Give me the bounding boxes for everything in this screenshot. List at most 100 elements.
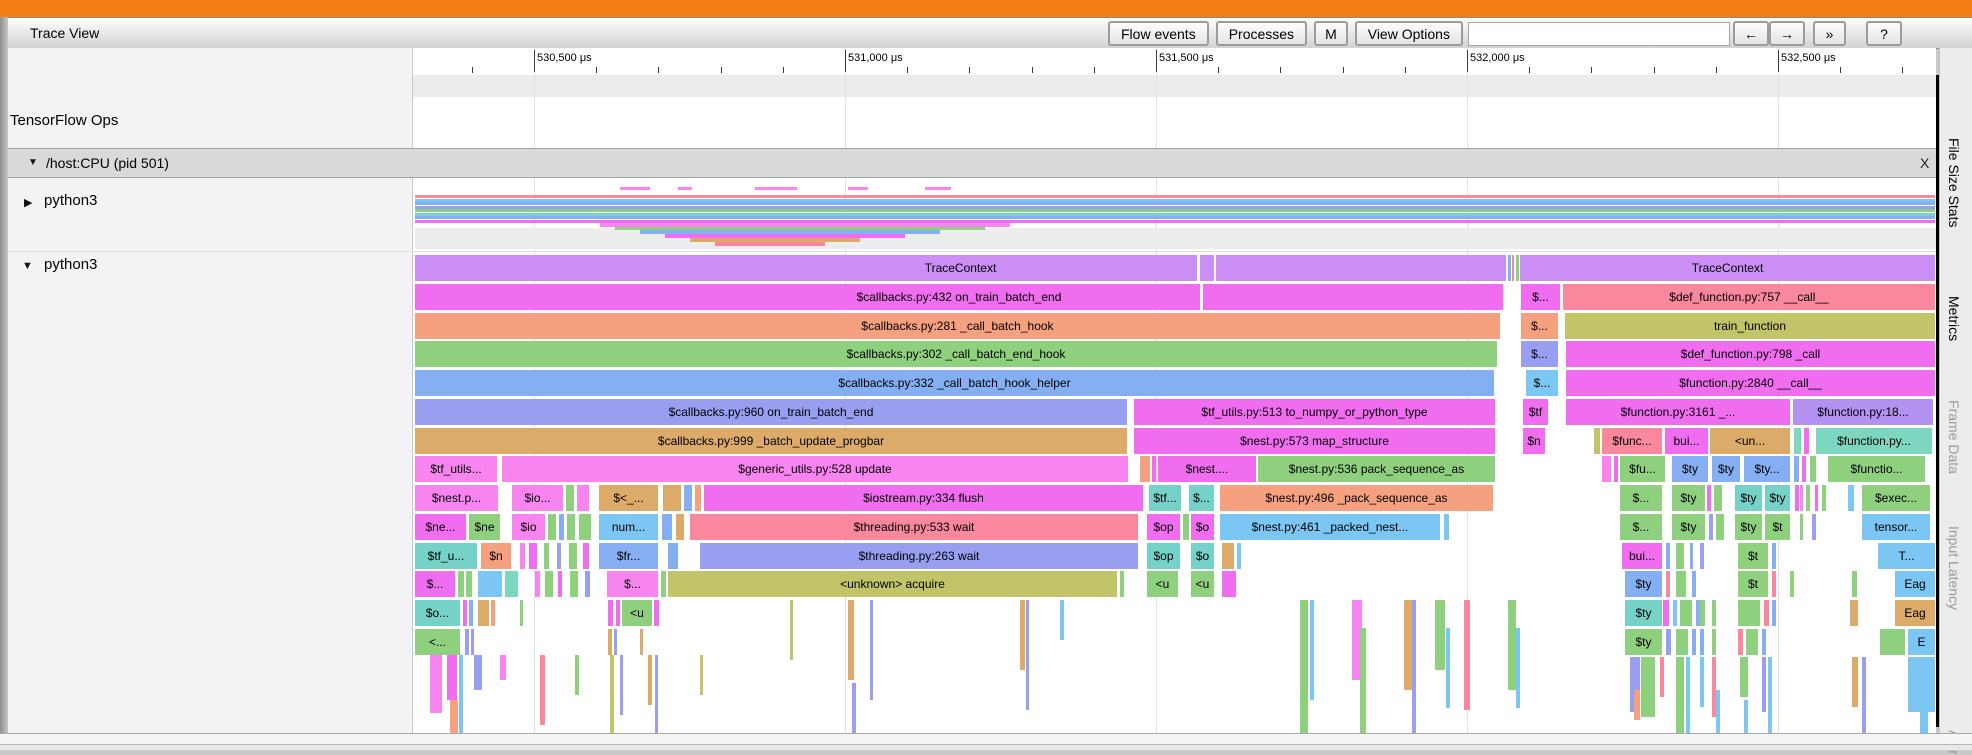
trace-event[interactable] <box>463 600 467 626</box>
trace-event[interactable] <box>1602 456 1611 483</box>
trace-event[interactable]: $... <box>607 571 658 598</box>
trace-event-sliver[interactable] <box>1660 657 1664 697</box>
trace-event[interactable] <box>668 542 678 569</box>
trace-event-sliver[interactable] <box>610 655 614 733</box>
trace-event[interactable]: $ty <box>1735 513 1762 540</box>
trace-event[interactable]: $func... <box>1602 427 1662 454</box>
trace-event-sliver[interactable] <box>648 655 652 705</box>
trace-event[interactable] <box>1237 542 1241 569</box>
trace-event[interactable] <box>1700 600 1705 626</box>
trace-event[interactable]: $function.py:18... <box>1793 398 1933 425</box>
trace-event[interactable] <box>570 571 578 598</box>
trace-event[interactable] <box>559 513 564 540</box>
trace-event[interactable]: <un... <box>1710 427 1790 454</box>
trace-event[interactable]: num... <box>599 513 658 540</box>
trace-event[interactable]: $callbacks.py:432 on_train_batch_end <box>415 283 1503 310</box>
trace-event[interactable]: $callbacks.py:999 _batch_update_progbar <box>415 427 1127 454</box>
trace-event[interactable] <box>491 600 495 626</box>
find-next-button[interactable]: → <box>1768 21 1805 46</box>
trace-event[interactable] <box>469 600 473 626</box>
trace-event[interactable]: $threading.py:533 wait <box>690 513 1138 540</box>
trace-event[interactable] <box>1692 628 1696 655</box>
trace-event[interactable] <box>1850 600 1858 626</box>
trace-event[interactable] <box>1508 255 1511 281</box>
trace-event[interactable]: bui... <box>1622 542 1662 569</box>
trace-event[interactable]: $... <box>1189 485 1214 511</box>
trace-event[interactable]: train_function <box>1565 312 1935 339</box>
trace-event[interactable] <box>1666 628 1671 655</box>
trace-event[interactable] <box>1676 542 1684 569</box>
view-options-button[interactable]: View Options <box>1354 21 1463 46</box>
trace-event[interactable]: $ty <box>1672 513 1705 540</box>
trace-event-sliver[interactable] <box>1360 628 1366 733</box>
trace-event[interactable]: $fu... <box>1620 456 1665 483</box>
trace-event[interactable]: $... <box>415 571 455 598</box>
trace-event[interactable] <box>466 571 472 598</box>
trace-event[interactable]: $nest.py:496 _pack_sequence_as <box>1220 485 1493 511</box>
trace-event[interactable]: $ne <box>469 513 500 540</box>
trace-event[interactable] <box>577 485 589 511</box>
trace-event-sliver[interactable] <box>1508 600 1516 690</box>
trace-event[interactable] <box>663 485 681 511</box>
trace-event-sliver[interactable] <box>1060 600 1064 640</box>
trace-event[interactable] <box>567 513 575 540</box>
trace-event[interactable] <box>1848 485 1854 511</box>
trace-event[interactable] <box>1666 571 1670 598</box>
trace-event[interactable] <box>458 571 464 598</box>
trace-event-sliver[interactable] <box>1744 700 1748 733</box>
trace-event[interactable]: $o <box>1191 542 1214 569</box>
trace-event[interactable]: $nest.py:536 pack_sequence_as <box>1258 456 1495 483</box>
trace-event-sliver[interactable] <box>1641 657 1655 717</box>
trace-event[interactable]: <u <box>1191 571 1214 598</box>
trace-event[interactable] <box>1804 427 1809 454</box>
trace-event-sliver[interactable] <box>1435 600 1445 670</box>
trace-event[interactable] <box>1680 600 1692 626</box>
trace-event[interactable]: $callbacks.py:281 _call_batch_hook <box>415 312 1500 339</box>
trace-event[interactable]: <u <box>1147 571 1178 598</box>
trace-event[interactable]: $... <box>1521 283 1560 310</box>
trace-event[interactable] <box>520 542 525 569</box>
trace-event[interactable] <box>1709 513 1713 540</box>
track-label-python3-expanded[interactable]: python3 <box>44 256 97 273</box>
trace-event-sliver[interactable] <box>1214 255 1216 281</box>
rail-tab-frame-data[interactable]: Frame Data <box>1946 400 1962 474</box>
trace-event[interactable]: $function.py:3161 _... <box>1566 398 1790 425</box>
trace-event[interactable] <box>544 542 549 569</box>
trace-event[interactable]: $threading.py:263 wait <box>700 542 1138 569</box>
search-input[interactable] <box>1467 21 1730 46</box>
trace-event-sliver[interactable] <box>1852 657 1858 707</box>
trace-event[interactable] <box>1120 571 1124 598</box>
trace-event-sliver[interactable] <box>450 700 458 733</box>
trace-event[interactable]: $n <box>481 542 511 569</box>
trace-event[interactable] <box>1800 485 1803 511</box>
trace-event[interactable]: $ty <box>1672 485 1705 511</box>
trace-event-sliver[interactable] <box>852 683 856 733</box>
trace-event[interactable] <box>1516 255 1519 281</box>
trace-event[interactable] <box>1738 628 1743 655</box>
trace-event-sliver[interactable] <box>1686 657 1690 733</box>
trace-event[interactable]: $op <box>1147 513 1180 540</box>
trace-event[interactable] <box>1676 628 1688 655</box>
trace-event[interactable]: tensor... <box>1862 513 1930 540</box>
trace-event[interactable]: $iostream.py:334 flush <box>704 485 1143 511</box>
trace-event[interactable] <box>1822 485 1826 511</box>
trace-event[interactable] <box>1772 600 1776 626</box>
trace-event[interactable] <box>557 542 561 569</box>
trace-event[interactable]: $callbacks.py:332 _call_batch_hook_helpe… <box>415 370 1494 396</box>
trace-event-sliver[interactable] <box>1200 284 1203 310</box>
trace-event-sliver[interactable] <box>1026 600 1029 710</box>
trace-event[interactable]: E <box>1908 628 1935 655</box>
trace-event[interactable]: $n <box>1523 427 1545 454</box>
trace-event-sliver[interactable] <box>1310 600 1314 700</box>
trace-event[interactable]: $nest.py:461 _packed_nest... <box>1220 513 1440 540</box>
trace-event-sliver[interactable] <box>1716 690 1720 733</box>
trace-event[interactable] <box>695 485 701 511</box>
trace-event[interactable]: TraceContext <box>415 255 1506 281</box>
trace-event[interactable] <box>520 600 523 626</box>
trace-event-sliver[interactable] <box>620 655 623 715</box>
trace-event-sliver[interactable] <box>1516 628 1520 708</box>
trace-event[interactable] <box>661 571 666 598</box>
trace-event-sliver[interactable] <box>459 655 463 733</box>
trace-event[interactable] <box>583 542 589 569</box>
trace-event[interactable] <box>1764 600 1769 626</box>
